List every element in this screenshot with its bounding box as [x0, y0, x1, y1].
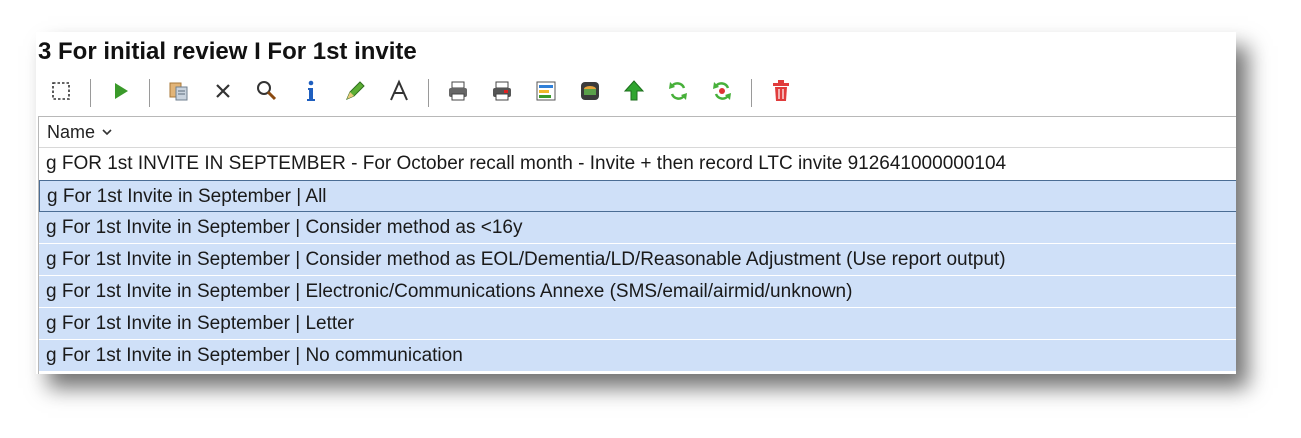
search-list: Name g FOR 1st INVITE IN SEPTEMBER - For… [38, 116, 1236, 374]
list-item[interactable]: g For 1st Invite in September | Consider… [39, 212, 1236, 244]
close-icon [212, 80, 234, 107]
run-button[interactable] [105, 78, 135, 108]
list-item[interactable]: g For 1st Invite in September | No commu… [39, 340, 1236, 372]
copy-button[interactable] [164, 78, 194, 108]
export-button[interactable] [575, 78, 605, 108]
report-panel: 3 For initial review I For 1st invite Na… [36, 32, 1236, 374]
report-button[interactable] [531, 78, 561, 108]
sync-icon [710, 79, 734, 108]
column-header-label: Name [47, 121, 96, 142]
info-button[interactable] [296, 78, 326, 108]
font-a-icon [387, 79, 411, 108]
play-icon [109, 80, 131, 107]
print-preview-button[interactable] [487, 78, 517, 108]
trash-icon [770, 79, 792, 108]
refresh-icon [666, 79, 690, 108]
report-icon [534, 79, 558, 108]
sync-button[interactable] [707, 78, 737, 108]
move-up-button[interactable] [619, 78, 649, 108]
list-item[interactable]: g For 1st Invite in September | Consider… [39, 244, 1236, 276]
delete-button[interactable] [766, 78, 796, 108]
list-item[interactable]: g For 1st Invite in September | Electron… [39, 276, 1236, 308]
toolbar-separator [751, 79, 752, 107]
list-item[interactable]: g For 1st Invite in September | Letter [39, 308, 1236, 340]
page-title: 3 For initial review I For 1st invite [38, 38, 417, 65]
pencil-icon [343, 79, 367, 108]
delete-item-button[interactable] [208, 78, 238, 108]
arrow-up-icon [623, 79, 645, 108]
chevron-down-icon [101, 127, 113, 137]
copy-pages-icon [167, 79, 191, 108]
printer-red-icon [490, 79, 514, 108]
printer-icon [446, 79, 470, 108]
toolbar [46, 76, 810, 110]
column-header-name[interactable]: Name [39, 117, 1236, 148]
list-item-selected[interactable]: g For 1st Invite in September | All [39, 180, 1236, 212]
toolbar-separator [90, 79, 91, 107]
search-button[interactable] [252, 78, 282, 108]
toolbar-separator [149, 79, 150, 107]
select-all-button[interactable] [46, 78, 76, 108]
info-icon [300, 79, 322, 108]
list-item[interactable]: g FOR 1st INVITE IN SEPTEMBER - For Octo… [39, 148, 1236, 180]
edit-button[interactable] [340, 78, 370, 108]
rename-button[interactable] [384, 78, 414, 108]
database-icon [578, 79, 602, 108]
refresh-button[interactable] [663, 78, 693, 108]
print-button[interactable] [443, 78, 473, 108]
search-icon [255, 79, 279, 108]
toolbar-separator [428, 79, 429, 107]
dashed-square-icon [50, 80, 72, 107]
